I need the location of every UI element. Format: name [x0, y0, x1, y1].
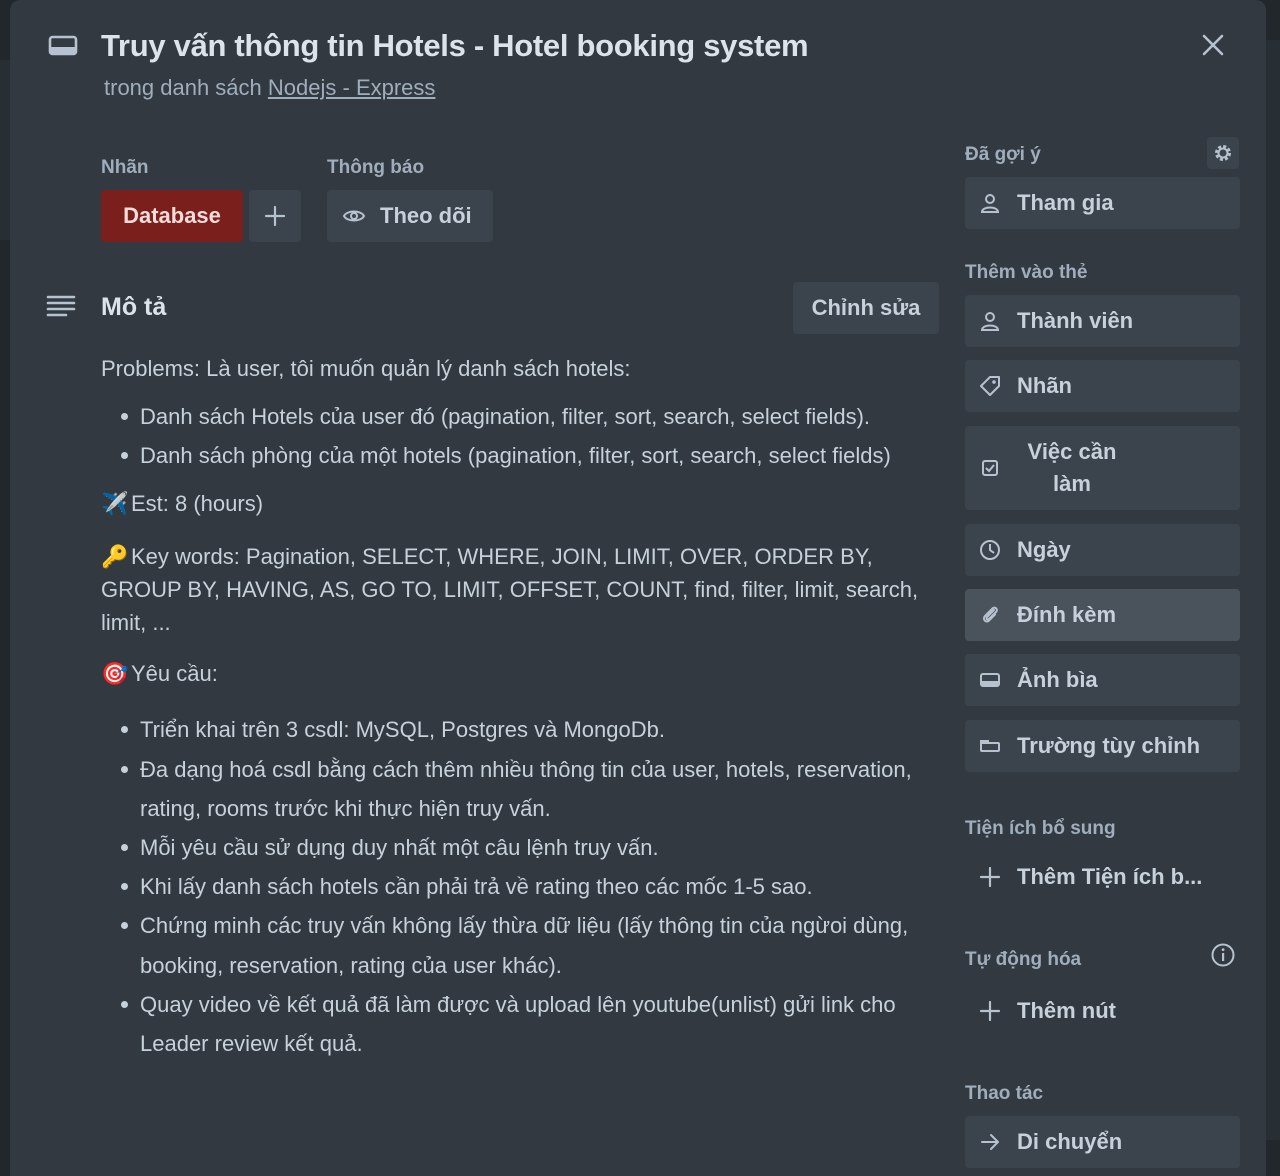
description-icon — [46, 295, 76, 317]
custom-fields-button[interactable]: Trường tùy chỉnh — [965, 720, 1240, 772]
watch-label: Theo dõi — [380, 203, 472, 228]
target-icon: 🎯 — [101, 661, 129, 687]
person-icon — [980, 312, 1000, 331]
list-item: Chứng minh các truy vấn không lấy thừa d… — [118, 906, 946, 984]
custom-fields-label: Trường tùy chỉnh — [1017, 733, 1201, 758]
list-item: Mỗi yêu cầu sử dụng duy nhất một câu lện… — [118, 828, 946, 867]
requirement-list: Triển khai trên 3 csdl: MySQL, Postgres … — [118, 710, 946, 1063]
card-icon — [48, 35, 78, 56]
checklist-button[interactable]: Việc cần làm — [965, 426, 1240, 510]
card-list-info: trong danh sách Nodejs - Express — [104, 75, 435, 101]
requirements-label: Yêu cầu: — [131, 661, 218, 687]
move-label: Di chuyển — [1017, 1129, 1123, 1154]
problems-text: Problems: Là user, tôi muốn quản lý danh… — [101, 356, 631, 381]
card-title[interactable]: Truy vấn thông tin Hotels - Hotel bookin… — [101, 28, 809, 64]
members-button[interactable]: Thành viên — [965, 295, 1240, 347]
list-item: Khi lấy danh sách hotels cần phải trả về… — [118, 867, 946, 906]
list-item: Danh sách phòng của một hotels (paginati… — [118, 436, 946, 475]
add-to-card-heading: Thêm vào thẻ — [965, 262, 1088, 283]
list-item: Triển khai trên 3 csdl: MySQL, Postgres … — [118, 710, 946, 749]
description-body[interactable]: Problems: Là user, tôi muốn quản lý danh… — [101, 352, 946, 1063]
plus-icon — [264, 205, 286, 227]
actions-heading: Thao tác — [965, 1083, 1044, 1104]
attachment-button[interactable]: Đính kèm — [965, 589, 1240, 641]
key-icon: 🔑 — [101, 544, 129, 570]
problem-list: Danh sách Hotels của user đó (pagination… — [118, 397, 946, 475]
list-item: Danh sách Hotels của user đó (pagination… — [118, 397, 946, 436]
arrow-right-icon — [981, 1134, 999, 1150]
suggested-settings-button[interactable] — [1207, 137, 1239, 169]
info-icon[interactable] — [1210, 942, 1236, 968]
description-heading: Mô tả — [101, 293, 167, 321]
watch-button[interactable]: Theo dõi — [327, 190, 493, 242]
clock-icon — [980, 540, 1000, 560]
list-prefix: trong danh sách — [104, 75, 262, 100]
suggested-heading: Đã gợi ý — [965, 144, 1041, 165]
eye-icon — [342, 210, 366, 222]
checklist-label: Việc cần làm — [1027, 439, 1117, 496]
person-icon — [980, 194, 1000, 213]
tag-icon — [980, 376, 1000, 396]
notifications-heading: Thông báo — [327, 157, 425, 178]
card-detail-modal: Truy vấn thông tin Hotels - Hotel bookin… — [10, 0, 1266, 1176]
label-chip-database[interactable]: Database — [101, 190, 243, 242]
add-button-label: Thêm nút — [1017, 998, 1116, 1023]
plus-icon — [979, 866, 1001, 888]
airplane-icon: ✈️ — [101, 491, 129, 517]
add-powerup-label: Thêm Tiện ích b... — [1017, 864, 1203, 889]
cover-button[interactable]: Ảnh bìa — [965, 654, 1240, 706]
list-item: Quay video về kết quả đã làm được và upl… — [118, 985, 946, 1063]
backdrop-list-edge — [1266, 40, 1280, 1140]
list-link[interactable]: Nodejs - Express — [268, 75, 436, 100]
labels-label: Nhãn — [1017, 373, 1072, 398]
plus-icon — [979, 1000, 1001, 1022]
attachment-label: Đính kèm — [1017, 602, 1117, 627]
custom-fields-icon — [980, 740, 1000, 752]
requirements-heading: 🎯 Yêu cầu: — [101, 657, 946, 690]
cover-label: Ảnh bìa — [1017, 667, 1098, 692]
gear-icon — [1215, 145, 1231, 161]
cover-icon — [980, 673, 1000, 687]
dates-button[interactable]: Ngày — [965, 524, 1240, 576]
automation-heading: Tự động hóa — [965, 949, 1082, 970]
list-item: Đa dạng hoá csdl bằng cách thêm nhiều th… — [118, 750, 946, 828]
checkbox-icon — [982, 460, 998, 476]
add-label-button[interactable] — [249, 190, 301, 242]
close-icon[interactable] — [1196, 28, 1230, 62]
move-button[interactable]: Di chuyển — [965, 1116, 1240, 1168]
keywords-text: 🔑 Key words: Pagination, SELECT, WHERE, J… — [101, 540, 946, 639]
labels-button[interactable]: Nhãn — [965, 360, 1240, 412]
labels-heading: Nhãn — [101, 157, 149, 178]
join-label: Tham gia — [1017, 190, 1114, 215]
members-label: Thành viên — [1017, 308, 1134, 333]
add-button-button[interactable]: Thêm nút — [965, 985, 1240, 1037]
powerups-heading: Tiện ích bổ sung — [965, 818, 1116, 839]
paperclip-icon — [982, 606, 998, 623]
dates-label: Ngày — [1017, 537, 1071, 562]
join-button[interactable]: Tham gia — [965, 177, 1240, 229]
backdrop-list-edge — [0, 60, 10, 240]
estimate-value: Est: 8 (hours) — [131, 491, 264, 517]
keywords-value: Key words: Pagination, SELECT, WHERE, JO… — [101, 544, 919, 636]
edit-description-button[interactable]: Chỉnh sửa — [793, 282, 939, 334]
add-powerup-button[interactable]: Thêm Tiện ích b... — [965, 851, 1240, 903]
estimate-text: ✈️ Est: 8 (hours) — [101, 487, 946, 520]
